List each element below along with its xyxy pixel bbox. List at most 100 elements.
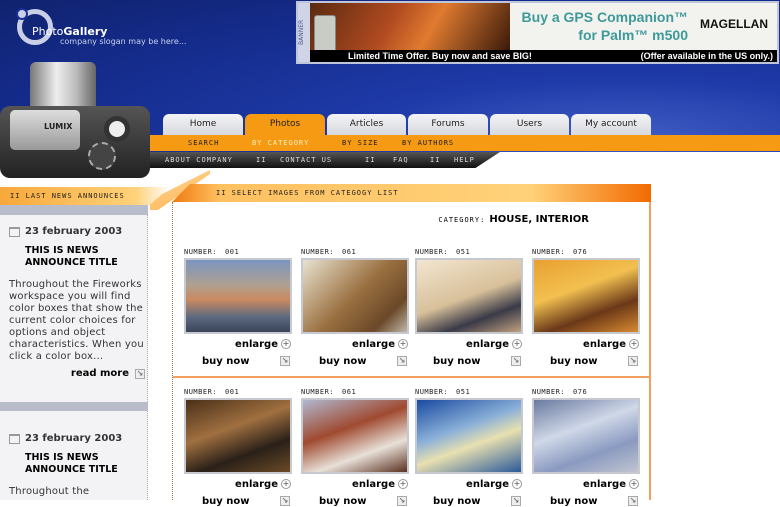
category-label: CATEGORY: <box>438 216 486 224</box>
logo-light: Photo <box>32 25 64 38</box>
enlarge-link[interactable]: enlarge + <box>301 479 409 493</box>
tab-my-account[interactable]: My account <box>571 114 651 135</box>
buy-now-link[interactable]: buy now ↘ <box>415 496 523 507</box>
number-label: NUMBER: <box>301 248 335 256</box>
enlarge-link[interactable]: enlarge + <box>301 339 409 353</box>
enlarge-link[interactable]: enlarge + <box>415 339 523 353</box>
number-value: 076 <box>573 388 588 396</box>
enlarge-label: enlarge <box>466 339 509 350</box>
photo-thumbnail[interactable] <box>532 398 640 474</box>
banner-offer: Limited Time Offer. Buy now and save BIG… <box>348 51 532 61</box>
photo-thumbnail[interactable] <box>301 398 409 474</box>
buy-now-link[interactable]: buy now ↘ <box>532 496 640 507</box>
gallery-item: NUMBER: 076 enlarge + buy now ↘ <box>532 388 640 507</box>
banner-ad[interactable]: BANNER Buy a GPS Companion™ for Palm™ m50… <box>296 1 779 64</box>
photo-thumbnail[interactable] <box>415 398 523 474</box>
subnav-by-authors[interactable]: BY AUTHORS <box>402 139 454 147</box>
link-about-company[interactable]: ABOUT COMPANY <box>165 156 233 164</box>
number-value: 061 <box>342 388 357 396</box>
calendar-icon <box>9 227 20 237</box>
magnifier-plus-icon: + <box>629 339 639 349</box>
enlarge-link[interactable]: enlarge + <box>184 479 292 493</box>
link-contact-us[interactable]: CONTACT US <box>280 156 332 164</box>
main-section-title: II SELECT IMAGES FROM CATEGOGY LIST <box>216 189 399 197</box>
separator: II <box>256 156 267 164</box>
number-value: 051 <box>456 388 471 396</box>
divider <box>0 205 148 215</box>
number-value: 061 <box>342 248 357 256</box>
banner-tag: BANNER <box>298 3 310 62</box>
photo-thumbnail[interactable] <box>184 398 292 474</box>
enlarge-label: enlarge <box>583 479 626 490</box>
category-line: CATEGORY: HOUSE, INTERIOR <box>438 214 589 225</box>
category-value: HOUSE, INTERIOR <box>489 214 589 225</box>
enlarge-label: enlarge <box>235 339 278 350</box>
subnav-search[interactable]: SEARCH <box>188 139 219 147</box>
link-faq[interactable]: FAQ <box>393 156 409 164</box>
news-item: 23 february 2003 THIS IS NEWS ANNOUNCE T… <box>9 433 145 498</box>
enlarge-link[interactable]: enlarge + <box>532 479 640 493</box>
photo-thumbnail[interactable] <box>415 258 523 334</box>
news-date: 23 february 2003 <box>25 226 123 237</box>
gallery-item: NUMBER: 061 enlarge + buy now ↘ <box>301 248 409 367</box>
separator: II <box>430 156 441 164</box>
subnav-by-category[interactable]: BY CATEGORY <box>252 139 309 147</box>
subnav-by-size[interactable]: BY SIZE <box>342 139 379 147</box>
enlarge-link[interactable]: enlarge + <box>415 479 523 493</box>
news-date: 23 february 2003 <box>25 433 123 444</box>
arrow-icon: ↘ <box>628 356 638 366</box>
buy-now-link[interactable]: buy now ↘ <box>415 356 523 367</box>
buy-now-link[interactable]: buy now ↘ <box>301 496 409 507</box>
separator: II <box>365 156 376 164</box>
image-number: NUMBER: 001 <box>184 388 292 397</box>
news-body: Throughout the Fireworks workspace you w… <box>9 279 144 362</box>
tab-photos[interactable]: Photos <box>245 114 325 135</box>
buy-now-label: buy now <box>202 356 250 367</box>
buy-now-link[interactable]: buy now ↘ <box>184 356 292 367</box>
tab-articles[interactable]: Articles <box>327 114 406 135</box>
tab-users[interactable]: Users <box>490 114 569 135</box>
image-number: NUMBER: 061 <box>301 388 409 397</box>
number-value: 001 <box>225 388 240 396</box>
link-help[interactable]: HELP <box>454 156 475 164</box>
news-title[interactable]: THIS IS NEWS ANNOUNCE TITLE <box>25 452 145 476</box>
magnifier-plus-icon: + <box>281 479 291 489</box>
slogan: company slogan may be here... <box>60 37 187 46</box>
photo-thumbnail[interactable] <box>532 258 640 334</box>
calendar-icon <box>9 434 20 444</box>
banner-headline-1: Buy a GPS Companion™ <box>521 9 688 25</box>
photo-thumbnail[interactable] <box>184 258 292 334</box>
buy-now-link[interactable]: buy now ↘ <box>532 356 640 367</box>
read-more-link[interactable]: read more ↘ <box>9 368 145 379</box>
buy-now-link[interactable]: buy now ↘ <box>301 356 409 367</box>
photo-thumbnail[interactable] <box>301 258 409 334</box>
enlarge-label: enlarge <box>583 339 626 350</box>
buy-now-label: buy now <box>319 496 367 507</box>
news-section-title: II LAST NEWS ANNOUNCES <box>10 192 125 200</box>
banner-headline-2: for Palm™ m500 <box>578 27 688 43</box>
camera-brand: LUMIX <box>44 122 73 131</box>
arrow-icon: ↘ <box>628 496 638 506</box>
buy-now-label: buy now <box>433 496 481 507</box>
arrow-icon: ↘ <box>397 356 407 366</box>
image-number: NUMBER: 076 <box>532 388 640 397</box>
arrow-icon: ↘ <box>280 356 290 366</box>
logo-dot <box>16 8 28 20</box>
magnifier-plus-icon: + <box>629 479 639 489</box>
tab-forums[interactable]: Forums <box>408 114 488 135</box>
gallery-item: NUMBER: 051 enlarge + buy now ↘ <box>415 248 523 367</box>
enlarge-link[interactable]: enlarge + <box>532 339 640 353</box>
news-section-header: II LAST NEWS ANNOUNCES <box>0 187 170 205</box>
gallery-item: NUMBER: 076 enlarge + buy now ↘ <box>532 248 640 367</box>
image-number: NUMBER: 051 <box>415 248 523 257</box>
enlarge-link[interactable]: enlarge + <box>184 339 292 353</box>
buy-now-label: buy now <box>550 356 598 367</box>
gallery-item: NUMBER: 051 enlarge + buy now ↘ <box>415 388 523 507</box>
buy-now-label: buy now <box>319 356 367 367</box>
banner-note: (Offer available in the US only.) <box>640 51 773 61</box>
arrow-icon: ↘ <box>397 496 407 506</box>
tab-home[interactable]: Home <box>163 114 243 135</box>
buy-now-link[interactable]: buy now ↘ <box>184 496 292 507</box>
news-title[interactable]: THIS IS NEWS ANNOUNCE TITLE <box>25 245 145 269</box>
magnifier-plus-icon: + <box>398 339 408 349</box>
